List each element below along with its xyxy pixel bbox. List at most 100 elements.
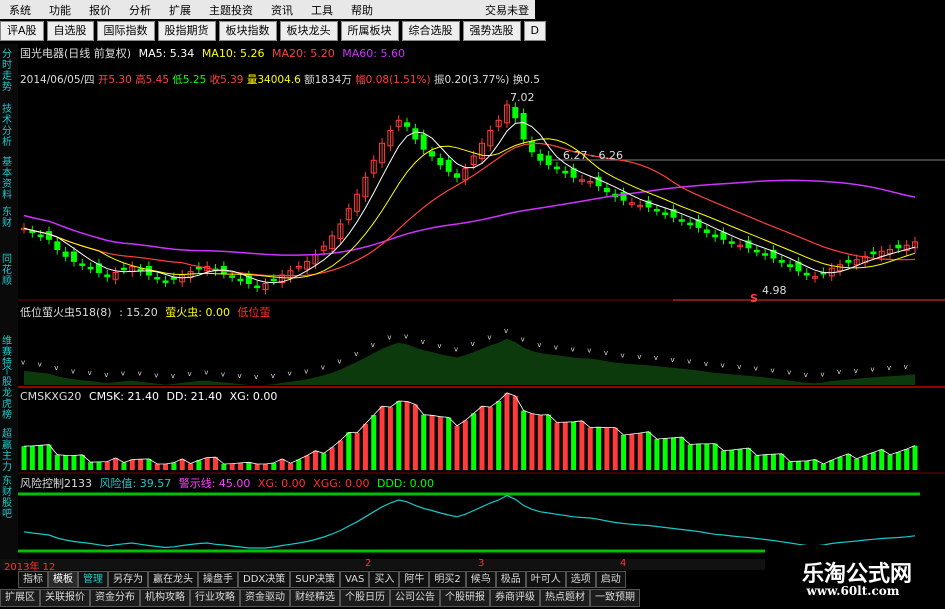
ind1-marker: v bbox=[504, 327, 508, 335]
ind1-marker: v bbox=[820, 370, 824, 378]
extension-tab-10[interactable]: 券商评级 bbox=[490, 589, 540, 607]
indicator-tab-0[interactable]: 指标 bbox=[18, 571, 48, 588]
ann-high: 7.02 bbox=[510, 91, 535, 104]
extension-tab-9[interactable]: 个股研报 bbox=[440, 589, 490, 607]
ind1-marker: v bbox=[737, 363, 741, 371]
candle-body bbox=[720, 232, 727, 240]
ma10-value: MA10: 5.26 bbox=[201, 47, 265, 60]
ind1-marker: v bbox=[671, 356, 675, 364]
ind2-bar bbox=[271, 462, 277, 470]
ind2-bar bbox=[837, 456, 843, 470]
indicator-tab-9[interactable]: 买入 bbox=[369, 571, 400, 588]
ind2-bar bbox=[604, 427, 610, 470]
candle-body bbox=[170, 277, 177, 280]
ann-low: 4.98 bbox=[762, 284, 787, 297]
ind1-marker: v bbox=[337, 358, 341, 366]
extension-tab-2[interactable]: 资金分布 bbox=[90, 589, 140, 607]
candle-body bbox=[512, 107, 519, 119]
candle-body bbox=[87, 266, 94, 270]
extension-tab-1[interactable]: 关联报价 bbox=[40, 589, 90, 607]
ind2-bar bbox=[904, 449, 910, 470]
ind2-bar bbox=[163, 464, 169, 470]
date-label-2: 2 bbox=[365, 558, 372, 569]
ind2-bar bbox=[38, 445, 44, 470]
ind2-bar bbox=[895, 452, 901, 470]
extension-tab-6[interactable]: 财经精选 bbox=[290, 589, 340, 607]
extension-tab-7[interactable]: 个股日历 bbox=[340, 589, 390, 607]
ind2-title: CMSKXG20 CMSK: 21.40 DD: 21.40 XG: 0.00 bbox=[20, 390, 277, 403]
ind1-marker: v bbox=[770, 366, 774, 374]
ind2-bar bbox=[321, 453, 327, 470]
ind2-bar bbox=[221, 464, 227, 470]
indicator-tab-14[interactable]: 叶可人 bbox=[525, 571, 566, 588]
candle-body bbox=[728, 241, 735, 244]
ind2-bar bbox=[854, 458, 860, 470]
ind3-risk: 风险值: 39.57 bbox=[99, 477, 172, 490]
candle-body bbox=[162, 280, 169, 283]
ind2-bar bbox=[637, 433, 643, 470]
ind2-bar bbox=[154, 464, 160, 470]
ind2-bar bbox=[396, 401, 402, 470]
indicator-tab-15[interactable]: 选项 bbox=[565, 571, 596, 588]
indicator-tab-5[interactable]: 操盘手 bbox=[198, 571, 238, 588]
indicator-tab-6[interactable]: DDX决策 bbox=[238, 571, 291, 588]
extension-tab-3[interactable]: 机构攻略 bbox=[140, 589, 190, 607]
ind2-bar bbox=[862, 455, 868, 470]
ind3-xgg: XGG: 0.00 bbox=[313, 477, 370, 490]
ind1-marker: v bbox=[454, 346, 458, 354]
ind2-cmsk: CMSK: 21.40 bbox=[88, 390, 159, 403]
candle-body bbox=[154, 277, 161, 280]
candle-body bbox=[678, 219, 685, 222]
ind2-bar bbox=[179, 458, 185, 470]
ind2-bar bbox=[254, 464, 260, 470]
ind2-bar bbox=[412, 404, 418, 470]
ind2-bar bbox=[754, 455, 760, 470]
extension-tab-8[interactable]: 公司公告 bbox=[390, 589, 440, 607]
indicator-tab-1[interactable]: 模板 bbox=[48, 571, 78, 588]
indicator-tab-13[interactable]: 极品 bbox=[495, 571, 526, 588]
candle-body bbox=[762, 253, 769, 256]
candle-body bbox=[562, 170, 569, 174]
ind1-marker: v bbox=[687, 358, 691, 366]
ind2-bar bbox=[279, 458, 285, 470]
ind2-bar bbox=[471, 413, 477, 470]
candle-body bbox=[753, 249, 760, 253]
ann-mid: 6.27 - 6.26 bbox=[563, 149, 623, 162]
extension-tab-4[interactable]: 行业攻略 bbox=[190, 589, 240, 607]
ma20-value: MA20: 5.20 bbox=[272, 47, 335, 60]
ind2-bar bbox=[770, 454, 776, 470]
candle-body bbox=[687, 222, 694, 226]
ind2-bar bbox=[662, 438, 668, 470]
ind1-marker: v bbox=[621, 351, 625, 359]
quote-date: 2014/06/05/四 bbox=[20, 74, 95, 86]
ind3-name: 风险控制2133 bbox=[20, 477, 92, 490]
indicator-tab-3[interactable]: 另存为 bbox=[108, 571, 148, 588]
ind2-bar bbox=[88, 462, 94, 470]
ind2-bar bbox=[596, 427, 602, 470]
ind2-bar bbox=[729, 449, 735, 470]
extension-tab-5[interactable]: 资金驱动 bbox=[240, 589, 290, 607]
ind2-bar bbox=[562, 422, 568, 470]
indicator-tab-10[interactable]: 阿牛 bbox=[399, 571, 430, 588]
extension-tab-0[interactable]: 扩展区 bbox=[0, 589, 40, 607]
extension-tab-11[interactable]: 热点题材 bbox=[540, 589, 590, 607]
extension-tab-12[interactable]: 一致预期 bbox=[590, 589, 640, 607]
indicator-tab-8[interactable]: VAS bbox=[339, 571, 370, 588]
ind1-title: 低位萤火虫518(8) : 15.20 萤火虫: 0.00 低位萤 bbox=[20, 304, 270, 320]
indicator-tab-2[interactable]: 管理 bbox=[78, 571, 108, 588]
indicator-tab-4[interactable]: 赢在龙头 bbox=[148, 571, 198, 588]
ind3-xg: XG: 0.00 bbox=[257, 477, 306, 490]
candle-body bbox=[437, 158, 444, 166]
ind2-bar bbox=[812, 459, 818, 470]
indicator-tab-16[interactable]: 启动 bbox=[595, 571, 626, 588]
indicator-tab-11[interactable]: 明买2 bbox=[429, 571, 466, 588]
ind2-bar bbox=[104, 461, 110, 470]
ma60-value: MA60: 5.60 bbox=[342, 47, 405, 60]
ind1-marker: v bbox=[271, 372, 275, 380]
ind1-marker: v bbox=[88, 369, 92, 377]
ind1-marker: v bbox=[887, 364, 891, 372]
indicator-tab-12[interactable]: 候鸟 bbox=[465, 571, 496, 588]
candle-body bbox=[662, 212, 669, 215]
indicator-tab-7[interactable]: SUP决策 bbox=[290, 571, 340, 588]
ind2-bar bbox=[804, 460, 810, 470]
